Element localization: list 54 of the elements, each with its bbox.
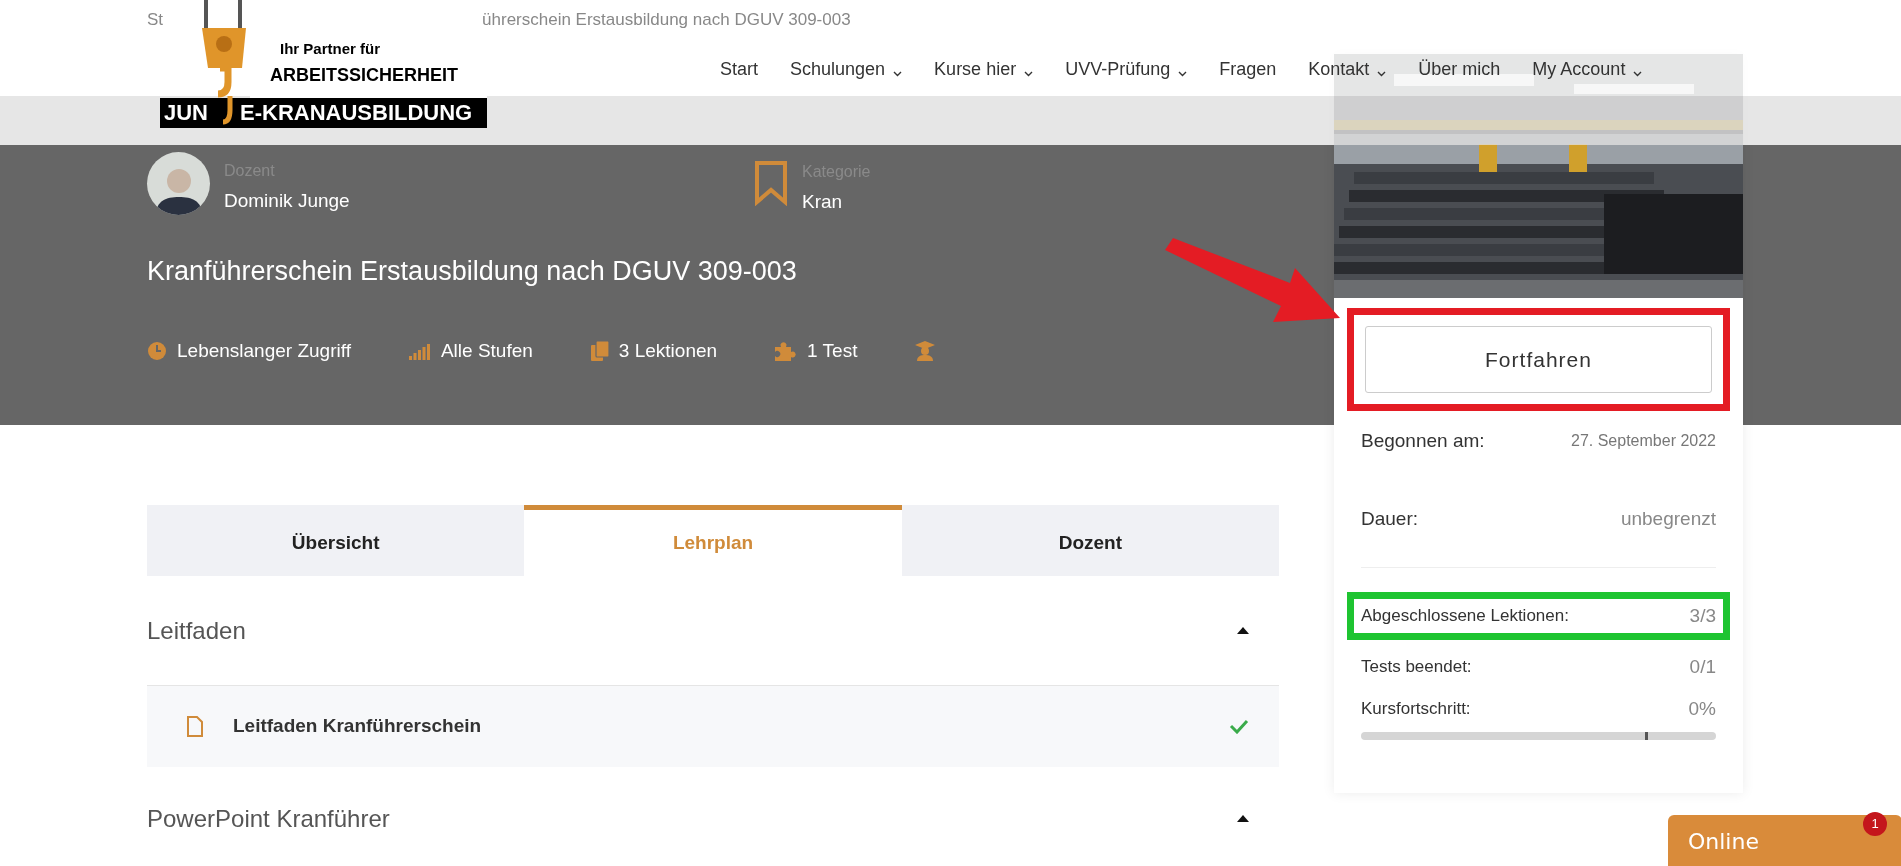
- puzzle-icon: [775, 341, 798, 362]
- breadcrumb-text: ührerschein Erstausbildung nach DGUV 309-003: [482, 9, 851, 31]
- bookmark-icon: [754, 160, 788, 206]
- info-value: unbegrenzt: [1620, 507, 1716, 531]
- chevron-down-icon[interactable]: [1178, 70, 1188, 77]
- clock-icon: [147, 341, 167, 362]
- info-label: Dauer:: [1361, 507, 1419, 531]
- caret-up-icon[interactable]: [1237, 627, 1249, 634]
- graduate-icon: [915, 341, 936, 362]
- signal-bars-icon: [408, 342, 431, 361]
- nav-link[interactable]: UVV-Prüfung: [1065, 56, 1171, 83]
- section-title[interactable]: PowerPoint Kranführer: [147, 800, 390, 837]
- section-title[interactable]: Leitfaden: [147, 612, 246, 649]
- chevron-down-icon[interactable]: [1024, 70, 1034, 77]
- chevron-down-icon[interactable]: [1633, 70, 1643, 77]
- lesson-title: Leitfaden Kranführerschein: [233, 714, 483, 739]
- breadcrumb-link[interactable]: St: [147, 7, 164, 33]
- logo-tagline: Ihr Partner für: [280, 39, 381, 59]
- caret-up-icon[interactable]: [1237, 815, 1249, 822]
- logo-text: E-KRANAUSBILDUNG: [240, 99, 473, 127]
- nav-link[interactable]: Über mich: [1418, 56, 1501, 83]
- nav-link[interactable]: Fragen: [1219, 56, 1277, 83]
- stat-label: Abgeschlossene Lektionen:: [1361, 605, 1569, 628]
- meta-text: 3 Lektionen: [618, 339, 718, 363]
- continue-button[interactable]: Fortfahren: [1365, 326, 1712, 393]
- meta-text: Lebenslanger Zugriff: [177, 339, 351, 363]
- info-value: 27. September 2022: [1571, 431, 1716, 451]
- meta-text: 1 Test: [807, 339, 858, 363]
- stat-value: 0%: [1688, 696, 1716, 721]
- course-title: Kranführerschein Erstausbildung nach DGUV 309-003: [147, 254, 798, 288]
- copy-icon: [590, 341, 609, 362]
- nav-link[interactable]: Start: [720, 56, 758, 83]
- category-name[interactable]: Kran: [802, 188, 871, 217]
- nav-link[interactable]: Kontakt: [1308, 56, 1370, 83]
- info-label: Begonnen am:: [1361, 429, 1485, 453]
- nav-link[interactable]: Kurse hier: [934, 56, 1017, 83]
- lesson-row[interactable]: Leitfaden Kranführerschein: [147, 686, 1279, 767]
- nav-link[interactable]: My Account: [1532, 56, 1626, 83]
- stat-label: Tests beendet:: [1361, 656, 1472, 679]
- chevron-down-icon[interactable]: [893, 70, 903, 77]
- tab[interactable]: Übersicht: [147, 505, 525, 576]
- progress-marker: [1645, 732, 1648, 740]
- nav-link[interactable]: Schulungen: [790, 56, 886, 83]
- logo-tagline: ARBEITSSICHERHEIT: [270, 64, 458, 87]
- logo-text: JUN: [164, 99, 208, 127]
- stat-label: Kursfortschritt:: [1361, 698, 1471, 721]
- stat-value: 0/1: [1689, 654, 1716, 679]
- instructor-name[interactable]: Dominik Junge: [224, 187, 350, 216]
- stat-value: 3/3: [1689, 603, 1716, 628]
- notification-badge: 1: [1863, 812, 1887, 836]
- meta-text: Alle Stufen: [440, 339, 533, 363]
- document-icon: [187, 716, 203, 737]
- tab[interactable]: Dozent: [901, 505, 1279, 576]
- chevron-down-icon[interactable]: [1377, 70, 1387, 77]
